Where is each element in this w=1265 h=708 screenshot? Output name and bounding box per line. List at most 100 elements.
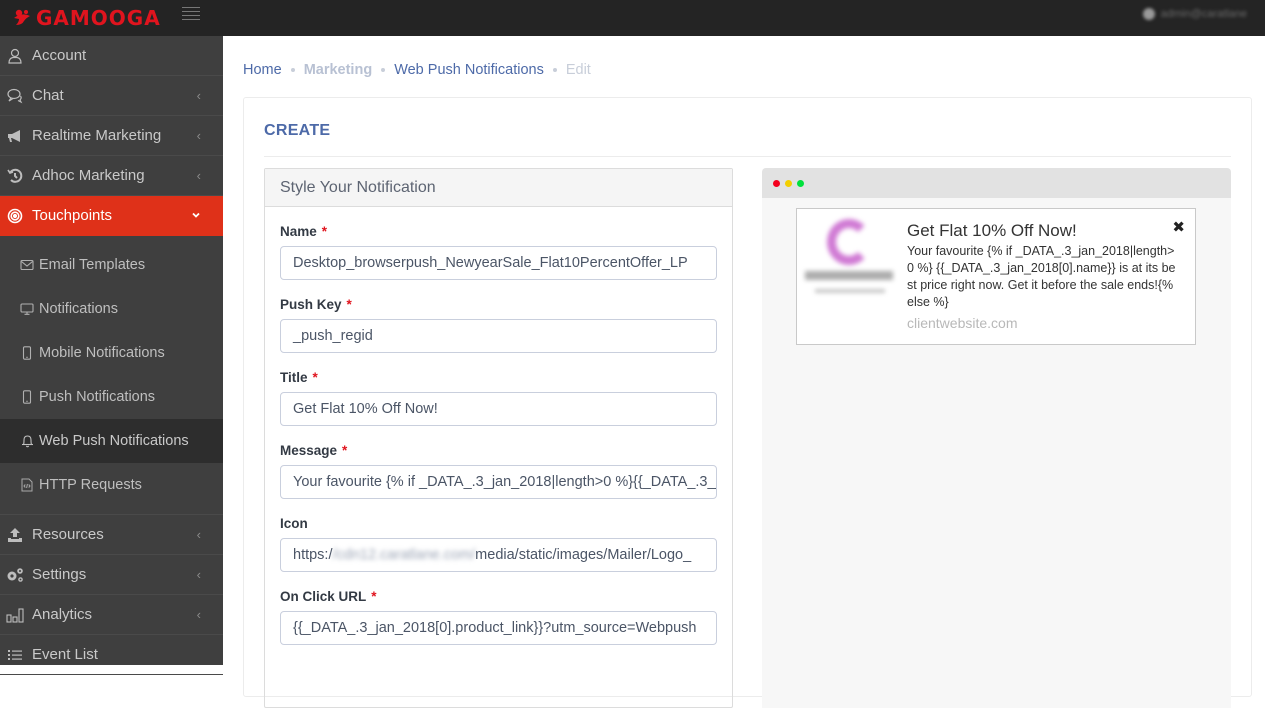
- breadcrumb-separator: [290, 68, 295, 72]
- notification-preview: Get Flat 10% Off Now! Your favourite {% …: [762, 168, 1231, 708]
- sidebar-item-label: Resources: [32, 526, 104, 543]
- name-label: Name *: [280, 224, 328, 239]
- sidebar: Account Chat ‹ Realtime Marketing ‹ Adho…: [0, 36, 223, 675]
- push-key-input[interactable]: _push_regid: [280, 319, 717, 353]
- style-notification-panel: Style Your Notification Name * Desktop_br…: [264, 168, 733, 708]
- sidebar-item-label: Analytics: [32, 606, 93, 623]
- title-label: Title *: [280, 370, 318, 385]
- required-marker: *: [346, 297, 352, 312]
- breadcrumb-current: Edit: [565, 62, 591, 78]
- gamooga-logo[interactable]: GAMOOGA: [12, 4, 161, 32]
- sidebar-item-label: Realtime Marketing: [32, 127, 162, 144]
- top-bar: GAMOOGA admin@caratlane: [0, 0, 1265, 36]
- on-click-url-field-group: On Click URL * {{_DATA_.3_jan_2018[0].pro…: [280, 589, 717, 645]
- sidebar-item-label: Settings: [32, 566, 87, 583]
- sidebar-item-label: Web Push Notifications: [39, 433, 189, 449]
- icon-url-redacted: /cdn12.caratlane.com/: [332, 547, 476, 563]
- sidebar-item-email-templates[interactable]: Email Templates: [0, 243, 223, 287]
- sidebar-item-settings[interactable]: Settings ‹: [0, 555, 223, 595]
- name-field-group: Name * Desktop_browserpush_NewyearSale_Fl…: [280, 224, 717, 280]
- chevron-down-icon: [191, 208, 201, 223]
- user-name: admin@caratlane: [1160, 8, 1247, 20]
- breadcrumb-separator: [552, 68, 557, 72]
- user-icon: [6, 47, 24, 65]
- main-content: Home Marketing Web Push Notifications Ed…: [223, 36, 1265, 708]
- sidebar-item-label: Touchpoints: [32, 207, 113, 224]
- chevron-left-icon: ‹: [196, 88, 201, 103]
- browser-bar: [762, 168, 1231, 198]
- breadcrumb-home[interactable]: Home: [243, 62, 282, 78]
- target-icon: [6, 207, 24, 225]
- sidebar-item-http-requests[interactable]: HTTP Requests: [0, 463, 223, 507]
- sidebar-item-label: Account: [32, 47, 87, 64]
- message-label: Message *: [280, 443, 348, 458]
- sidebar-item-chat[interactable]: Chat ‹: [0, 76, 223, 116]
- panel-title: Style Your Notification: [265, 169, 732, 207]
- envelope-icon: [20, 258, 34, 272]
- upload-icon: [6, 526, 24, 544]
- divider: [264, 156, 1231, 157]
- name-input[interactable]: Desktop_browserpush_NewyearSale_Flat10Pe…: [280, 246, 717, 280]
- breadcrumb-web-push-notifications[interactable]: Web Push Notifications: [394, 62, 544, 78]
- chat-icon: [6, 87, 24, 105]
- push-notification-card[interactable]: Get Flat 10% Off Now! Your favourite {% …: [796, 208, 1196, 345]
- required-marker: *: [321, 224, 328, 239]
- required-marker: *: [371, 589, 377, 604]
- sidebar-item-label: Mobile Notifications: [39, 345, 165, 361]
- sidebar-item-analytics[interactable]: Analytics ‹: [0, 595, 223, 635]
- required-marker: *: [342, 443, 348, 458]
- monitor-icon: [20, 302, 34, 316]
- gears-icon: [6, 566, 24, 584]
- user-menu[interactable]: admin@caratlane: [1142, 8, 1247, 20]
- chevron-left-icon: ‹: [196, 607, 201, 622]
- notification-title: Get Flat 10% Off Now!: [907, 221, 1077, 240]
- notification-body: Your favourite {% if _DATA_.3_jan_2018|l…: [907, 244, 1176, 309]
- sidebar-item-web-push-notifications[interactable]: Web Push Notifications: [0, 419, 223, 463]
- bell-icon: [20, 434, 34, 448]
- create-card: CREATE Style Your Notification Name * Des…: [243, 97, 1252, 708]
- sidebar-item-label: Push Notifications: [39, 389, 156, 405]
- sidebar-item-label: Notifications: [39, 301, 118, 317]
- sidebar-item-notifications[interactable]: Notifications: [0, 287, 223, 331]
- sidebar-item-realtime-marketing[interactable]: Realtime Marketing ‹: [0, 116, 223, 156]
- icon-field-group: Icon https:/ /cdn12.caratlane.com/ media…: [280, 516, 717, 572]
- on-click-url-input[interactable]: {{_DATA_.3_jan_2018[0].product_link}}?ut…: [280, 611, 717, 645]
- chevron-left-icon: ‹: [196, 128, 201, 143]
- push-key-label: Push Key *: [280, 297, 352, 312]
- sidebar-item-mobile-notifications[interactable]: Mobile Notifications: [0, 331, 223, 375]
- chevron-left-icon: ‹: [196, 567, 201, 582]
- sidebar-item-label: Email Templates: [39, 257, 146, 273]
- breadcrumb-separator: [381, 68, 386, 72]
- touchpoints-submenu: Email Templates Notifications Mobile Not…: [0, 236, 223, 515]
- page-title: CREATE: [264, 122, 331, 139]
- maximize-dot-icon: [797, 180, 804, 187]
- icon-url-prefix: https:/: [293, 547, 333, 563]
- mobile-icon: [20, 390, 34, 404]
- sidebar-item-adhoc-marketing[interactable]: Adhoc Marketing ‹: [0, 156, 223, 196]
- close-icon[interactable]: ✖: [1172, 218, 1185, 236]
- required-marker: *: [312, 370, 318, 385]
- sidebar-item-label: Adhoc Marketing: [32, 167, 145, 184]
- breadcrumb: Home Marketing Web Push Notifications Ed…: [243, 62, 591, 78]
- logo-text: GAMOOGA: [36, 6, 161, 30]
- sidebar-item-push-notifications[interactable]: Push Notifications: [0, 375, 223, 419]
- minimize-dot-icon: [785, 180, 792, 187]
- title-field-group: Title * Get Flat 10% Off Now!: [280, 370, 717, 426]
- message-field-group: Message * Your favourite {% if _DATA_.3_j…: [280, 443, 717, 499]
- hamburger-icon[interactable]: [182, 7, 200, 21]
- sidebar-item-label: Event List: [32, 646, 98, 663]
- title-input[interactable]: Get Flat 10% Off Now!: [280, 392, 717, 426]
- sidebar-item-event-list[interactable]: Event List: [0, 635, 223, 675]
- mobile-icon: [20, 346, 34, 360]
- avatar: [1142, 8, 1155, 20]
- sidebar-item-resources[interactable]: Resources ‹: [0, 515, 223, 555]
- breadcrumb-marketing[interactable]: Marketing: [304, 62, 373, 78]
- sidebar-item-touchpoints[interactable]: Touchpoints: [0, 196, 223, 236]
- message-input[interactable]: Your favourite {% if _DATA_.3_jan_2018|l…: [280, 465, 717, 499]
- icon-url-input[interactable]: https:/ /cdn12.caratlane.com/ media/stat…: [280, 538, 717, 572]
- megaphone-icon: [6, 127, 24, 145]
- sidebar-item-label: Chat: [32, 87, 64, 104]
- icon-url-suffix: media/static/images/Mailer/Logo_: [475, 547, 692, 563]
- sidebar-item-account[interactable]: Account: [0, 36, 223, 76]
- on-click-url-label: On Click URL *: [280, 589, 377, 604]
